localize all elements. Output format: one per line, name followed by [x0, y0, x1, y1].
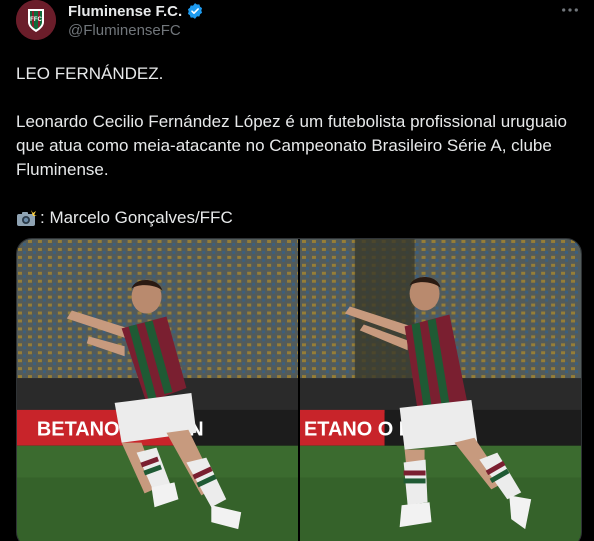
photo-credit: : Marcelo Gonçalves/FFC: [16, 206, 582, 230]
fluminense-crest-icon: FFC: [16, 0, 56, 40]
tweet-headline: LEO FERNÁNDEZ.: [16, 64, 164, 83]
author-name[interactable]: Fluminense F.C.: [68, 3, 182, 20]
tweet-description: Leonardo Cecilio Fernández López é um fu…: [16, 112, 567, 179]
author-handle[interactable]: @FluminenseFC: [68, 22, 204, 39]
media-grid: BETANO VO BÔN: [16, 238, 582, 541]
tweet-text: LEO FERNÁNDEZ. Leonardo Cecilio Fernánde…: [16, 62, 582, 230]
camera-flash-icon: [17, 210, 37, 226]
avatar[interactable]: FFC: [16, 0, 56, 40]
player-celebration-photo-right: ETANO O BÔNUS: [300, 239, 581, 541]
author-block: Fluminense F.C. @FluminenseFC: [68, 2, 204, 39]
photo-left[interactable]: BETANO VO BÔN: [17, 239, 298, 541]
verified-badge-icon: [188, 3, 203, 19]
player-celebration-photo-left: BETANO VO BÔN: [17, 239, 298, 541]
photo-right[interactable]: ETANO O BÔNUS: [300, 239, 581, 541]
svg-text:FFC: FFC: [30, 17, 42, 23]
photo-credit-text: : Marcelo Gonçalves/FFC: [40, 208, 233, 227]
tweet: FFC Fluminense F.C. @FluminenseFC LEO FE…: [0, 0, 594, 541]
more-options-icon[interactable]: [560, 2, 580, 22]
